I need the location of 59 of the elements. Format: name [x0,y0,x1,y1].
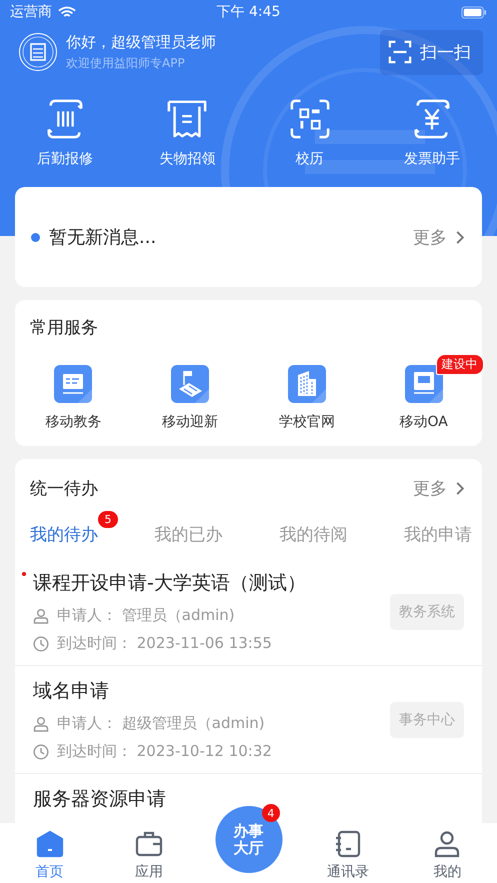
battery-icon [461,6,487,18]
receipt-icon [166,98,208,140]
status-time: 下午 4:45 [216,3,280,21]
person-icon [33,716,49,732]
notebook-icon [334,830,362,858]
tab-bar-item[interactable]: 我的 [398,823,497,883]
todo-item[interactable]: 课程开设申请-大学英语（测试） 申请人： 管理员（admin) 到达时间： 2023-11-06 13:55 教务系统 [15,558,482,666]
todo-tab[interactable]: 我的申请 [404,523,472,546]
system-tag: 教务系统 [390,594,464,630]
building-icon [288,365,326,403]
arrival-time-text: 到达时间： 2023-11-06 13:55 [57,634,272,653]
system-tag: 事务中心 [390,702,464,738]
scan-icon [388,40,412,64]
service-item[interactable]: 学校官网 [256,365,357,431]
presentation-board-icon [54,365,92,403]
tab-bar-item[interactable]: 首页 [0,823,100,883]
chevron-right-icon [456,482,464,494]
todo-title: 服务器资源申请 [33,787,166,812]
more-link[interactable]: 更多 [413,476,464,500]
clock-icon [33,636,49,652]
more-link[interactable]: 更多 [413,226,464,248]
flag-map-icon [171,365,210,403]
section-title: 统一待办 [30,478,98,500]
oa-document-icon [404,365,443,403]
section-title: 常用服务 [30,318,98,338]
quick-action[interactable]: 失物招领 [137,98,238,168]
quick-action[interactable]: 发票助手 [382,98,482,168]
applicant-text: 申请人： 超级管理员（admin) [57,714,265,733]
service-item[interactable]: 移动迎新 [140,365,240,431]
todo-item[interactable]: 域名申请 申请人： 超级管理员（admin) 到达时间： 2023-10-12 10:32 事务中心 [15,666,482,774]
chevron-right-icon [456,230,464,244]
person-icon [433,830,462,858]
welcome-subtitle: 欢迎使用益阳师专APP [66,54,186,72]
tab-bar-item[interactable]: 应用 [99,823,199,883]
tab-bar-item[interactable]: 通讯录 [298,823,398,883]
quick-action[interactable]: 校历 [260,98,360,168]
carrier-name: 运营商 [10,3,52,21]
clock-icon [33,744,49,760]
arrival-time-text: 到达时间： 2023-10-12 10:32 [57,742,272,761]
home-icon [36,830,64,858]
person-icon [33,608,49,624]
briefcase-icon [135,830,164,858]
todo-title: 域名申请 [33,679,109,704]
count-badge: 5 [98,511,118,528]
scan-button[interactable]: 扫一扫 [380,30,483,74]
todo-tab[interactable]: 我的已办 [154,523,223,546]
todo-tab[interactable]: 我的待办 [30,523,98,546]
todo-tab[interactable]: 我的待阅 [279,523,348,546]
notice-text: 暂无新消息... [49,226,156,249]
school-logo-icon [18,32,58,72]
quick-action[interactable]: 后勤报修 [15,98,116,168]
applicant-text: 申请人： 管理员（admin) [57,606,235,625]
service-item[interactable]: 移动教务 [23,365,124,431]
qr-code-icon [288,98,331,140]
status-badge: 建设中 [436,354,484,375]
todo-title: 课程开设申请-大学英语（测试） [33,571,306,596]
notice-dot-icon [31,232,40,242]
wifi-icon [58,6,76,18]
greeting-text: 你好，超级管理员老师 [66,32,216,52]
